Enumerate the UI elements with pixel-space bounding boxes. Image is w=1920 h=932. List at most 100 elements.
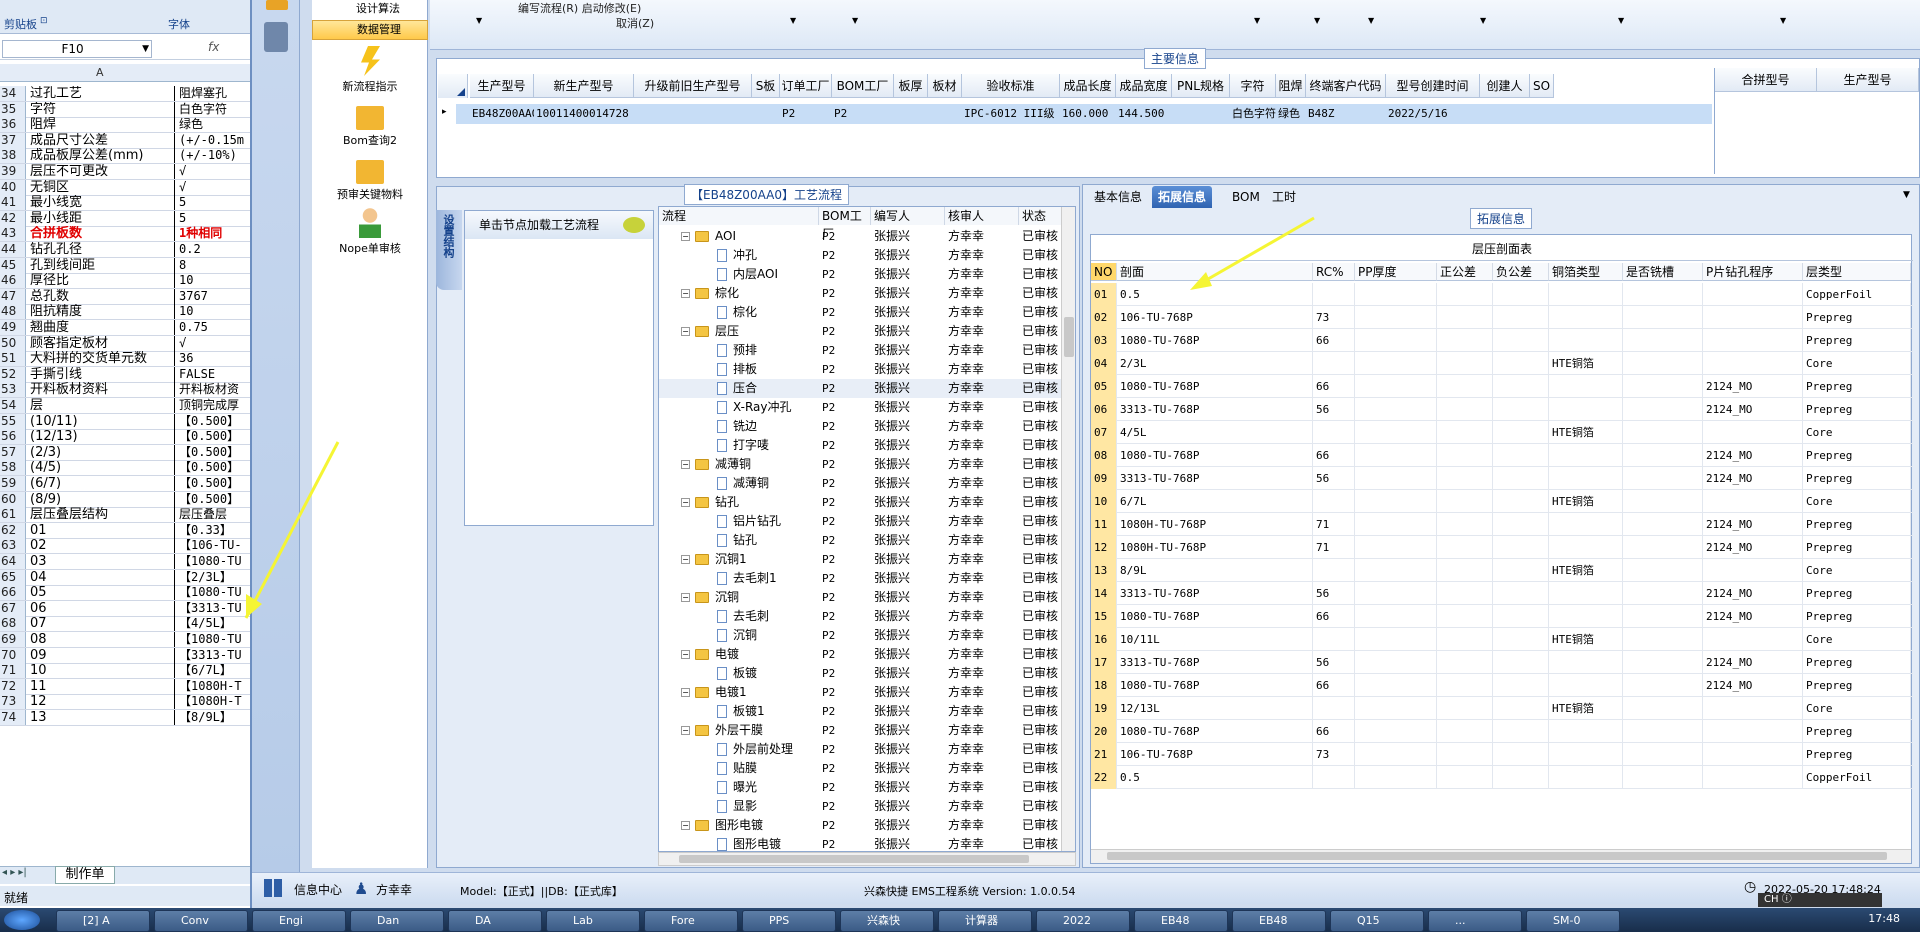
excel-row[interactable]: 47 总孔数 3767 [0, 288, 250, 305]
stackup-header[interactable]: 是否铣槽 [1623, 263, 1703, 281]
expand-toggle-icon[interactable]: − [681, 650, 690, 659]
row-number[interactable]: 73 [0, 694, 26, 710]
process-step-name[interactable]: 铝片钻孔 [733, 512, 781, 531]
stackup-cell[interactable] [1437, 582, 1493, 605]
stackup-cell[interactable]: 8/9L [1117, 559, 1313, 582]
stackup-cell[interactable]: HTE铜箔 [1549, 697, 1623, 720]
excel-row[interactable]: 73 12 【1080H-T [0, 694, 250, 711]
stackup-row[interactable]: 04 2/3L HTE铜箔 Core [1091, 352, 1913, 375]
stackup-cell[interactable] [1623, 421, 1703, 444]
excel-row[interactable]: 72 11 【1080H-T [0, 678, 250, 695]
cell-a[interactable]: 层压不可更改 [28, 164, 175, 179]
cell-a[interactable]: 大料拼的交货单元数 [28, 351, 175, 367]
process-step-name[interactable]: 打字唛 [733, 436, 769, 455]
stackup-cell[interactable] [1355, 329, 1437, 352]
merge-header-1[interactable]: 生产型号 [1817, 68, 1919, 92]
calculator-icon[interactable] [264, 22, 288, 52]
stackup-cell[interactable]: 06 [1091, 398, 1117, 421]
taskbar-item[interactable]: 兴森快 [840, 910, 934, 932]
stackup-cell[interactable]: 56 [1313, 467, 1355, 490]
tree-row[interactable]: − 减薄铜 P2 张振兴 方幸幸 已审核 [659, 455, 1075, 474]
excel-row[interactable]: 67 06 【3313-TU [0, 600, 250, 617]
process-step-name[interactable]: 减薄铜 [733, 474, 769, 493]
stackup-cell[interactable] [1355, 628, 1437, 651]
excel-row[interactable]: 69 08 【1080-TU [0, 632, 250, 648]
cell-a[interactable]: 合拼板数 [28, 226, 175, 242]
taskbar-item[interactable]: [2] A [56, 910, 150, 932]
stackup-cell[interactable] [1623, 605, 1703, 628]
row-number[interactable]: 71 [0, 663, 26, 679]
stackup-cell[interactable]: 1080-TU-768P [1117, 444, 1313, 467]
grid-corner[interactable] [438, 74, 468, 98]
cell-b[interactable]: FALSE [177, 367, 250, 382]
stackup-cell[interactable]: 66 [1313, 674, 1355, 697]
taskbar-item[interactable]: 2022 [1036, 910, 1130, 932]
stackup-cell[interactable] [1355, 536, 1437, 559]
stackup-cell[interactable] [1437, 375, 1493, 398]
stackup-cell[interactable]: 1080-TU-768P [1117, 329, 1313, 352]
process-step-name[interactable]: 去毛刺1 [733, 569, 777, 588]
cell-b[interactable]: 0.75 [177, 320, 250, 335]
stackup-cell[interactable]: 1080-TU-768P [1117, 674, 1313, 697]
dropdown-arrow-icon[interactable]: ▼ [852, 16, 858, 25]
stackup-row[interactable]: 05 1080-TU-768P 66 2124_MO Prepreg [1091, 375, 1913, 398]
stackup-cell[interactable] [1313, 352, 1355, 375]
row-number[interactable]: 59 [0, 476, 26, 491]
stackup-cell[interactable] [1623, 628, 1703, 651]
stackup-cell[interactable]: 12 [1091, 536, 1117, 559]
excel-row[interactable]: 38 成品板厚公差(mm) (+/-10%) [0, 148, 250, 165]
stackup-cell[interactable]: 3313-TU-768P [1117, 651, 1313, 674]
cell-b[interactable]: 【3313-TU [177, 648, 250, 663]
stackup-cell[interactable]: Core [1803, 628, 1911, 651]
cell-b[interactable]: 5 [177, 195, 250, 210]
stackup-cell[interactable] [1437, 283, 1493, 306]
stackup-cell[interactable]: CopperFoil [1803, 766, 1911, 789]
taskbar-item[interactable]: Engi [252, 910, 346, 932]
row-number[interactable]: 40 [0, 179, 26, 195]
process-step-name[interactable]: 板镀 [733, 664, 757, 683]
stackup-cell[interactable] [1437, 651, 1493, 674]
stackup-row[interactable]: 15 1080-TU-768P 66 2124_MO Prepreg [1091, 605, 1913, 628]
tree-row[interactable]: 去毛刺 P2 张振兴 方幸幸 已审核 [659, 607, 1075, 626]
process-step-name[interactable]: 显影 [733, 797, 757, 816]
row-number[interactable]: 39 [0, 164, 26, 179]
cell-a[interactable]: 10 [28, 663, 175, 679]
stackup-cell[interactable]: 1080H-TU-768P [1117, 536, 1313, 559]
cell-b[interactable]: 【1080-TU [177, 554, 250, 569]
stackup-cell[interactable] [1549, 375, 1623, 398]
stackup-cell[interactable]: 71 [1313, 513, 1355, 536]
process-step-name[interactable]: 内层AOI [733, 265, 778, 284]
stackup-cell[interactable]: 22 [1091, 766, 1117, 789]
row-number[interactable]: 54 [0, 398, 26, 413]
stackup-cell[interactable]: Prepreg [1803, 743, 1911, 766]
stackup-cell[interactable]: 66 [1313, 375, 1355, 398]
cell-a[interactable]: 09 [28, 647, 175, 663]
cell-b[interactable]: 【0.500】 [177, 414, 250, 429]
stackup-cell[interactable] [1355, 398, 1437, 421]
process-step-name[interactable]: 预排 [733, 341, 757, 360]
nav-item-new-flow[interactable]: 新流程指示 [312, 46, 428, 94]
stackup-cell[interactable] [1437, 329, 1493, 352]
stackup-cell[interactable]: 14 [1091, 582, 1117, 605]
expand-toggle-icon[interactable]: − [681, 232, 690, 241]
row-number[interactable]: 61 [0, 507, 26, 523]
taskbar-item[interactable]: Conv [154, 910, 248, 932]
stackup-cell[interactable] [1703, 352, 1803, 375]
stackup-cell[interactable]: 0.5 [1117, 766, 1313, 789]
stackup-header[interactable]: PP厚度 [1355, 263, 1437, 281]
stackup-cell[interactable]: 66 [1313, 720, 1355, 743]
process-step-name[interactable]: 板镀1 [733, 702, 765, 721]
stackup-cell[interactable] [1437, 306, 1493, 329]
stackup-cell[interactable]: 03 [1091, 329, 1117, 352]
cell-a[interactable]: 层压叠层结构 [28, 507, 175, 523]
main-info-cell[interactable] [636, 104, 752, 124]
excel-row[interactable]: 53 开料板材资料 开料板材资 [0, 382, 250, 399]
expand-toggle-icon[interactable]: − [681, 460, 690, 469]
nav-design-algorithm[interactable]: 设计算法 [312, 0, 428, 15]
excel-row[interactable]: 44 钻孔孔径 0.2 [0, 242, 250, 258]
stackup-cell[interactable]: 1080-TU-768P [1117, 605, 1313, 628]
taskbar-item[interactable]: SM-0 [1526, 910, 1620, 932]
stackup-cell[interactable] [1493, 398, 1549, 421]
cell-a[interactable]: 成品板厚公差(mm) [28, 148, 175, 164]
stackup-cell[interactable]: 3313-TU-768P [1117, 398, 1313, 421]
